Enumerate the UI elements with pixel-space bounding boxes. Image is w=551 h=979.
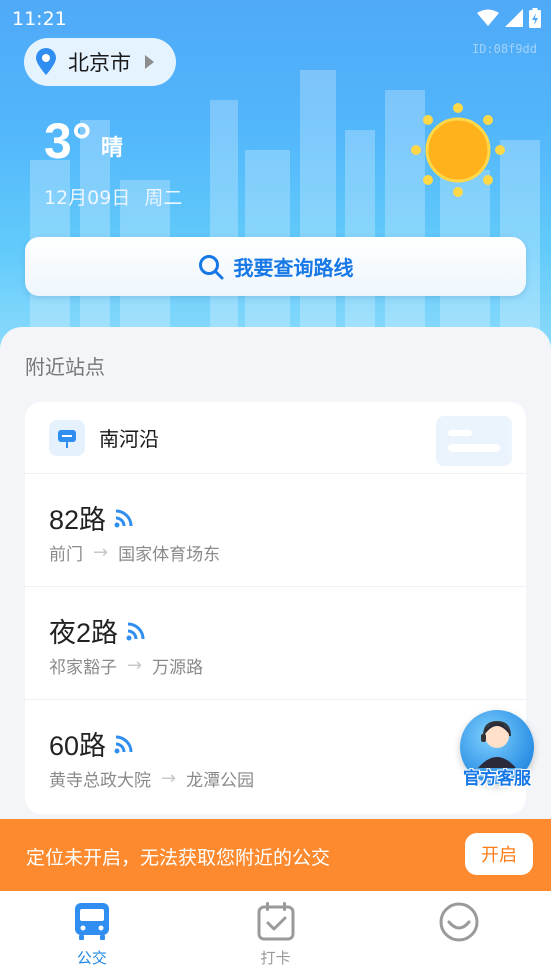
route-line: 82路 bbox=[49, 498, 136, 537]
tab-mine[interactable] bbox=[367, 891, 551, 979]
bus-stop-icon bbox=[49, 419, 85, 456]
watermark-id: ID:08f9dd bbox=[471, 42, 537, 56]
route-name: 60路 bbox=[49, 731, 107, 761]
city-selector[interactable]: 北京市 bbox=[24, 38, 176, 86]
banner-message: 定位未开启，无法获取您附近的公交 bbox=[26, 847, 331, 869]
route-direction: 祁家豁子 → 万源路 bbox=[49, 653, 203, 678]
status-time: 11:21 bbox=[12, 8, 67, 30]
status-icons bbox=[477, 8, 541, 28]
section-title: 附近站点 bbox=[25, 355, 105, 379]
search-icon bbox=[198, 254, 223, 279]
route-destination: 龙潭公园 bbox=[186, 771, 255, 791]
route-origin: 黄寺总政大院 bbox=[49, 771, 151, 791]
arrow-right-icon: → bbox=[161, 768, 177, 789]
bottom-tab-bar: 公交 打卡 bbox=[0, 891, 551, 979]
customer-service-label: 官方客服 bbox=[463, 769, 531, 789]
status-bar: 11:21 bbox=[0, 0, 551, 38]
customer-service-button[interactable]: 官方客服 bbox=[456, 706, 538, 796]
city-name: 北京市 bbox=[68, 51, 131, 75]
date-text: 12月09日 bbox=[44, 187, 131, 209]
route-row[interactable]: 82路 前门 → 国家体育场东 bbox=[25, 474, 526, 587]
route-destination: 万源路 bbox=[152, 658, 204, 678]
realtime-signal-icon bbox=[114, 509, 133, 527]
route-name: 82路 bbox=[49, 505, 107, 535]
route-direction: 前门 → 国家体育场东 bbox=[49, 540, 220, 565]
check-circle-icon bbox=[439, 902, 479, 942]
route-line: 夜2路 bbox=[49, 611, 148, 650]
wifi-icon bbox=[477, 9, 499, 26]
tab-bus[interactable]: 公交 bbox=[0, 891, 184, 979]
tab-label: 打卡 bbox=[260, 949, 291, 967]
stop-name: 南河沿 bbox=[99, 427, 159, 451]
realtime-signal-icon bbox=[126, 622, 145, 640]
sun-icon bbox=[411, 103, 505, 197]
route-search-label: 我要查询路线 bbox=[233, 256, 354, 280]
arrow-right-icon: → bbox=[93, 542, 109, 563]
signal-icon bbox=[505, 9, 523, 27]
tab-label: 公交 bbox=[76, 949, 107, 967]
route-line: 60路 bbox=[49, 724, 136, 763]
calendar-check-icon bbox=[257, 902, 294, 941]
bus-stop-sign-decoration bbox=[436, 416, 512, 466]
bus-icon bbox=[74, 903, 109, 940]
weather-condition: 晴 bbox=[101, 136, 124, 161]
route-row[interactable]: 夜2路 祁家豁子 → 万源路 bbox=[25, 587, 526, 700]
route-origin: 祁家豁子 bbox=[49, 658, 117, 678]
route-name: 夜2路 bbox=[49, 618, 119, 648]
date-row: 12月09日 周二 bbox=[44, 183, 182, 210]
temperature: 3° bbox=[44, 113, 92, 169]
route-direction: 黄寺总政大院 → 龙潭公园 bbox=[49, 766, 254, 791]
location-disabled-banner: 定位未开启，无法获取您附近的公交 开启 bbox=[0, 819, 551, 891]
enable-location-button[interactable]: 开启 bbox=[465, 833, 533, 875]
stop-header[interactable]: 南河沿 bbox=[25, 402, 526, 474]
weather-header: 11:21 ID:08f9dd 北京市 3° 晴 12月09日 周二 我要查询路… bbox=[0, 0, 551, 360]
realtime-signal-icon bbox=[114, 735, 133, 753]
nearby-stop-card: 南河沿 82路 前门 → 国家体育场东 夜2路 祁家豁子 → 万源路 60路 黄… bbox=[25, 402, 526, 814]
weekday-text: 周二 bbox=[144, 187, 183, 209]
route-origin: 前门 bbox=[49, 545, 83, 565]
tab-checkin[interactable]: 打卡 bbox=[184, 891, 368, 979]
chevron-right-icon bbox=[145, 55, 154, 69]
battery-icon bbox=[529, 8, 541, 28]
location-pin-icon bbox=[36, 48, 56, 75]
route-destination: 国家体育场东 bbox=[118, 545, 221, 565]
arrow-right-icon: → bbox=[127, 655, 143, 676]
route-search-button[interactable]: 我要查询路线 bbox=[25, 237, 526, 296]
route-row[interactable]: 60路 黄寺总政大院 → 龙潭公园 bbox=[25, 700, 526, 813]
